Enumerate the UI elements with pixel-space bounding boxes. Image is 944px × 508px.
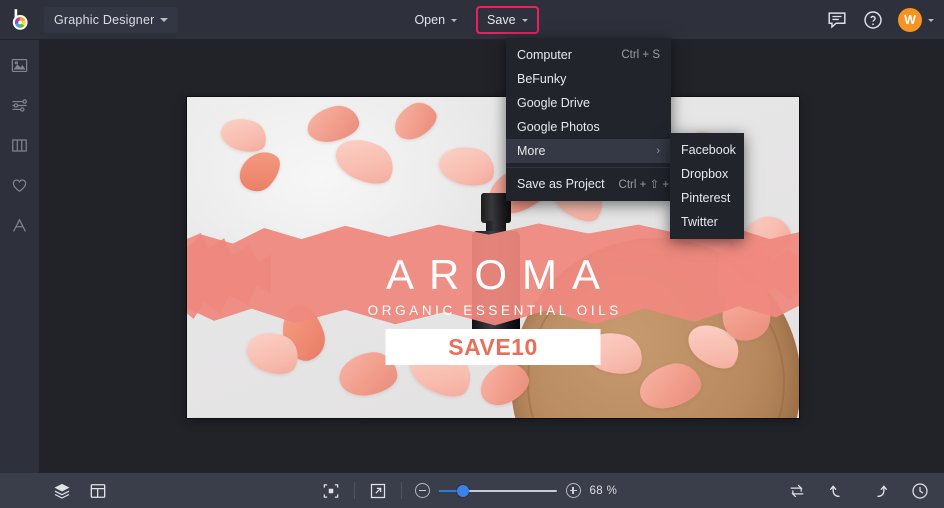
zoom-level-value: 68 % bbox=[589, 484, 618, 497]
befunky-logo-button[interactable] bbox=[0, 0, 40, 40]
design-title[interactable]: AROMA bbox=[187, 251, 799, 299]
submenu-item-label: Pinterest bbox=[681, 191, 731, 205]
sidebar-item-templates[interactable] bbox=[5, 132, 35, 158]
zoom-slider[interactable] bbox=[438, 484, 557, 498]
submenu-item-dropbox[interactable]: Dropbox bbox=[670, 162, 744, 186]
sidebar-item-text[interactable] bbox=[5, 212, 35, 238]
submenu-item-label: Facebook bbox=[681, 143, 736, 157]
slider-knob[interactable] bbox=[456, 484, 469, 497]
columns-icon bbox=[12, 138, 27, 152]
menu-item-label: Computer bbox=[517, 48, 572, 62]
coupon-code: SAVE10 bbox=[448, 333, 538, 360]
history-clock-icon[interactable] bbox=[910, 481, 930, 501]
sidebar-item-edit[interactable] bbox=[5, 92, 35, 118]
menu-item-google-photos[interactable]: Google Photos bbox=[506, 115, 671, 139]
menu-item-label: Save as Project bbox=[517, 177, 605, 191]
question-mark-circle-icon[interactable] bbox=[862, 9, 884, 31]
befunky-logo-icon bbox=[12, 8, 28, 30]
menu-item-more[interactable]: More › bbox=[506, 139, 671, 163]
expand-arrow-icon[interactable] bbox=[368, 481, 388, 501]
image-icon bbox=[11, 58, 28, 72]
speech-bubble-icon[interactable] bbox=[826, 9, 848, 31]
coupon-box[interactable]: SAVE10 bbox=[385, 329, 601, 365]
menu-item-label: More bbox=[517, 144, 546, 158]
save-menu-label: Save bbox=[487, 13, 516, 27]
menu-item-computer[interactable]: Computer Ctrl + S bbox=[506, 43, 671, 67]
menu-divider bbox=[506, 167, 671, 168]
top-toolbar: Graphic Designer Open Save W bbox=[0, 0, 944, 40]
layers-icon[interactable] bbox=[52, 481, 72, 501]
canvas-area[interactable]: AROMA ORGANIC ESSENTIAL OILS SAVE10 bbox=[40, 40, 944, 473]
chevron-down-icon bbox=[451, 18, 458, 22]
menu-item-label: BeFunky bbox=[517, 72, 567, 86]
submenu-item-label: Dropbox bbox=[681, 167, 729, 181]
heart-icon bbox=[12, 179, 27, 192]
workspace-label: Graphic Designer bbox=[54, 12, 155, 27]
user-account-menu[interactable]: W bbox=[898, 8, 934, 32]
menu-item-befunky[interactable]: BeFunky bbox=[506, 67, 671, 91]
design-subtitle[interactable]: ORGANIC ESSENTIAL OILS bbox=[187, 303, 799, 318]
bottom-toolbar: 68 % bbox=[0, 473, 944, 508]
menu-item-save-as-project[interactable]: Save as Project Ctrl + ⇧ + S bbox=[506, 172, 680, 196]
chevron-down-icon bbox=[160, 17, 169, 22]
sidebar-item-favorites[interactable] bbox=[5, 172, 35, 198]
bottom-right-tools bbox=[787, 481, 930, 501]
workspace-switcher[interactable]: Graphic Designer bbox=[44, 6, 179, 33]
layout-template-icon[interactable] bbox=[88, 481, 108, 501]
sliders-icon bbox=[12, 98, 27, 112]
avatar[interactable]: W bbox=[898, 8, 922, 32]
menu-item-shortcut: Ctrl + S bbox=[621, 49, 660, 61]
menu-item-label: Google Drive bbox=[517, 96, 590, 110]
sidebar-item-image[interactable] bbox=[5, 52, 35, 78]
redo-icon[interactable] bbox=[869, 481, 889, 501]
befunky-graphic-designer-app: Graphic Designer Open Save W AROMA ORGAN… bbox=[0, 0, 944, 508]
save-dropdown-menu[interactable]: Computer Ctrl + S BeFunky Google Drive G… bbox=[506, 38, 680, 201]
zoom-out-button[interactable] bbox=[414, 483, 430, 498]
compare-swap-icon[interactable] bbox=[787, 481, 807, 501]
text-a-icon bbox=[13, 217, 26, 232]
bottom-left-tools bbox=[0, 481, 108, 501]
open-menu-label: Open bbox=[414, 13, 446, 27]
undo-icon[interactable] bbox=[828, 481, 848, 501]
menu-item-label: Google Photos bbox=[517, 120, 600, 134]
submenu-item-twitter[interactable]: Twitter bbox=[670, 210, 744, 234]
divider bbox=[400, 482, 402, 499]
submenu-item-pinterest[interactable]: Pinterest bbox=[670, 186, 744, 210]
save-menu-button[interactable]: Save bbox=[476, 6, 539, 34]
fit-to-screen-icon[interactable] bbox=[321, 481, 341, 501]
chevron-down-icon bbox=[521, 18, 528, 22]
open-menu-button[interactable]: Open bbox=[405, 7, 466, 33]
zoom-in-button[interactable] bbox=[565, 483, 581, 498]
left-sidebar bbox=[0, 40, 40, 473]
more-submenu[interactable]: Facebook Dropbox Pinterest Twitter bbox=[670, 133, 744, 239]
divider bbox=[353, 482, 355, 499]
chevron-down-icon bbox=[928, 18, 934, 22]
chevron-right-icon: › bbox=[656, 145, 660, 157]
submenu-item-label: Twitter bbox=[681, 215, 718, 229]
menu-item-google-drive[interactable]: Google Drive bbox=[506, 91, 671, 115]
top-right-actions: W bbox=[826, 0, 934, 40]
submenu-item-facebook[interactable]: Facebook bbox=[670, 138, 744, 162]
